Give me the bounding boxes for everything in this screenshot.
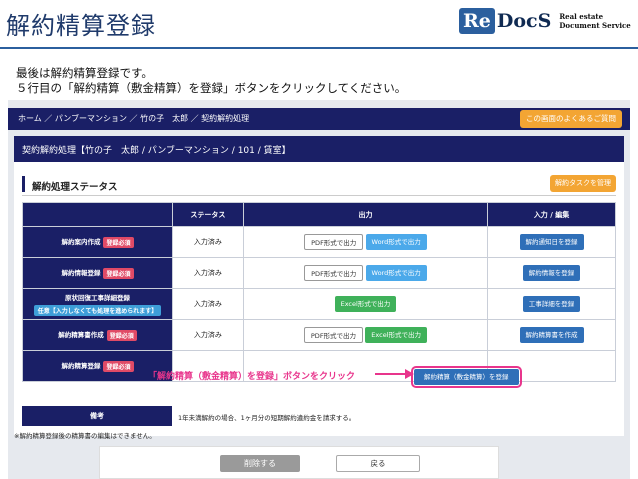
output-cell: PDF形式で出力 Word形式で出力 bbox=[242, 226, 489, 258]
footer-button-area: 削除する 戻る bbox=[99, 446, 499, 479]
create-settlement-doc-button[interactable]: 解約精算書を作成 bbox=[519, 327, 584, 343]
row-name: 解約精算登録 bbox=[61, 362, 101, 371]
process-title: 契約解約処理【竹の子 太郎 / パンブーマンション / 101 / 賃室】 bbox=[22, 146, 291, 156]
cancel-task-button[interactable]: 解約タスクを管理 bbox=[550, 175, 616, 192]
register-settlement-button[interactable]: 解約精算（敷金精算）を登録 bbox=[411, 365, 522, 388]
table-header-row: ステータス 出力 入力 / 編集 bbox=[22, 202, 616, 227]
logo-docs: DocS bbox=[496, 10, 552, 32]
process-title-bar: 契約解約処理【竹の子 太郎 / パンブーマンション / 101 / 賃室】 bbox=[14, 136, 624, 162]
delete-button[interactable]: 削除する bbox=[220, 455, 300, 472]
remarks-text: 1年未満解約の場合、1ヶ月分の短期解約違約金を請求する。 bbox=[178, 414, 356, 422]
logo-sub-line1: Real estate bbox=[559, 12, 604, 21]
row-name: 原状回復工事詳細登録 bbox=[65, 294, 130, 302]
logo-re: Re bbox=[459, 8, 495, 34]
action-cell: 解約情報を登録 bbox=[487, 257, 616, 289]
row-label: 解約精算書作成 登録必須 bbox=[22, 319, 173, 351]
row-label: 原状回復工事詳細登録 任意【入力しなくても処理を進められます】 bbox=[22, 288, 173, 320]
slide-title: 解約精算登録 bbox=[6, 12, 156, 40]
header-cell-status: ステータス bbox=[172, 202, 244, 227]
process-card: 契約解約処理【竹の子 太郎 / パンブーマンション / 101 / 賃室】 解約… bbox=[14, 136, 624, 436]
output-cell: PDF形式で出力 Excel形式で出力 bbox=[242, 319, 489, 351]
row-label: 解約案内作成 登録必須 bbox=[22, 226, 173, 258]
remarks-label: 備考 bbox=[22, 406, 172, 426]
callout-arrow-icon bbox=[375, 369, 414, 379]
status-cell: 入力済み bbox=[172, 257, 244, 289]
status-cell: 入力済み bbox=[172, 226, 244, 258]
required-badge: 登録必須 bbox=[103, 267, 134, 279]
excel-output-button[interactable]: Excel形式で出力 bbox=[365, 327, 428, 343]
title-divider bbox=[0, 47, 638, 49]
register-notice-date-button[interactable]: 解約通知日を登録 bbox=[519, 234, 584, 250]
remarks-row: 備考 1年未満解約の場合、1ヶ月分の短期解約違約金を請求する。 bbox=[22, 406, 616, 426]
action-cell: 工事詳細を登録 bbox=[487, 288, 616, 320]
row-name: 解約案内作成 bbox=[61, 238, 101, 247]
breadcrumb[interactable]: ホーム ／ パンブーマンション ／ 竹の子 太郎 ／ 契約解約処理 bbox=[18, 113, 249, 124]
status-section-header: 解約処理ステータス 解約タスクを管理 bbox=[22, 174, 616, 196]
pdf-output-button[interactable]: PDF形式で出力 bbox=[304, 265, 364, 281]
row-name: 解約情報登録 bbox=[61, 269, 101, 278]
row-name: 解約精算書作成 bbox=[58, 331, 104, 340]
logo-sub-line2: Document Service bbox=[559, 21, 631, 30]
screenshot-panel: ホーム ／ パンブーマンション ／ 竹の子 太郎 ／ 契約解約処理 この画面のよ… bbox=[8, 100, 630, 479]
status-title: 解約処理ステータス bbox=[32, 182, 118, 193]
faq-button[interactable]: この画面のよくあるご質問 bbox=[520, 110, 622, 128]
header-cell-input: 入力 / 編集 bbox=[487, 202, 616, 227]
instruction-text: 最後は解約精算登録です。 ５行目の「解約精算（敷金精算）を登録」ボタンをクリック… bbox=[16, 66, 406, 96]
action-cell: 解約通知日を登録 bbox=[487, 226, 616, 258]
action-cell: 解約精算書を作成 bbox=[487, 319, 616, 351]
pdf-output-button[interactable]: PDF形式で出力 bbox=[303, 327, 364, 343]
header-bar: ホーム ／ パンブーマンション ／ 竹の子 太郎 ／ 契約解約処理 この画面のよ… bbox=[8, 108, 630, 130]
table-row: 解約情報登録 登録必須 入力済み PDF形式で出力 Word形式で出力 解約情報を… bbox=[22, 257, 616, 289]
status-cell: 入力済み bbox=[172, 319, 244, 351]
status-cell: 入力済み bbox=[172, 288, 244, 320]
instruction-line-2: ５行目の「解約精算（敷金精算）を登録」ボタンをクリックしてください。 bbox=[16, 81, 407, 95]
section-marker bbox=[22, 176, 25, 192]
logo-subtitle: Real estate Document Service bbox=[559, 12, 630, 30]
callout-text: 「解約精算（敷金精算）を登録」ボタンをクリック bbox=[148, 372, 356, 382]
register-work-detail-button[interactable]: 工事詳細を登録 bbox=[522, 296, 581, 312]
word-output-button[interactable]: Word形式で出力 bbox=[365, 265, 427, 281]
instruction-line-1: 最後は解約精算登録です。 bbox=[16, 66, 153, 80]
back-button[interactable]: 戻る bbox=[336, 455, 420, 472]
word-output-button[interactable]: Word形式で出力 bbox=[365, 234, 427, 250]
optional-badge: 任意【入力しなくても処理を進められます】 bbox=[33, 305, 162, 316]
required-badge: 登録必須 bbox=[103, 360, 134, 372]
excel-output-button[interactable]: Excel形式で出力 bbox=[334, 296, 397, 312]
redocs-logo: Re DocS Real estate Document Service bbox=[459, 8, 631, 34]
required-badge: 登録必須 bbox=[106, 329, 137, 341]
output-cell: PDF形式で出力 Word形式で出力 bbox=[242, 257, 489, 289]
required-badge: 登録必須 bbox=[103, 236, 134, 248]
settlement-button-wrapper: 解約精算（敷金精算）を登録 bbox=[411, 365, 522, 388]
register-cancel-info-button[interactable]: 解約情報を登録 bbox=[522, 265, 581, 281]
table-row: 解約精算書作成 登録必須 入力済み PDF形式で出力 Excel形式で出力 解約精… bbox=[22, 319, 616, 351]
header-cell-empty bbox=[22, 202, 173, 227]
table-row: 解約案内作成 登録必須 入力済み PDF形式で出力 Word形式で出力 解約通知日… bbox=[22, 226, 616, 258]
row-label: 解約情報登録 登録必須 bbox=[22, 257, 173, 289]
header-cell-output: 出力 bbox=[242, 202, 489, 227]
pdf-output-button[interactable]: PDF形式で出力 bbox=[304, 234, 364, 250]
status-table: ステータス 出力 入力 / 編集 解約案内作成 登録必須 入力済み PDF形式で出… bbox=[22, 202, 616, 382]
edit-note: ※解約精算登録後の精算書の編集はできません。 bbox=[14, 432, 156, 440]
output-cell: Excel形式で出力 bbox=[242, 288, 489, 320]
table-row: 原状回復工事詳細登録 任意【入力しなくても処理を進められます】 入力済み Exc… bbox=[22, 288, 616, 320]
